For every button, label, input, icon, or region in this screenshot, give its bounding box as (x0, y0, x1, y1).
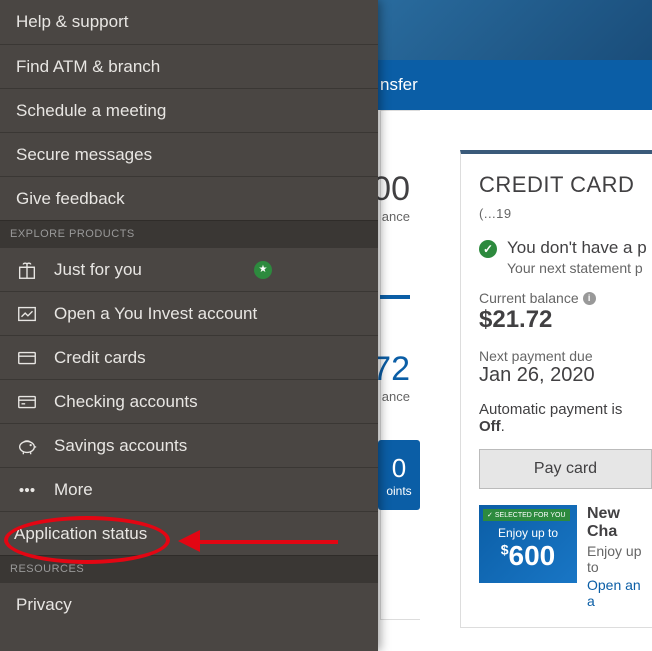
tab-indicator (380, 295, 410, 299)
promo-amount: $600 (501, 540, 556, 572)
current-balance-value: $21.72 (479, 306, 652, 334)
menu-checking[interactable]: Checking accounts (0, 379, 378, 423)
promo-enjoy: Enjoy up to (498, 526, 558, 540)
promo-badge: SELECTED FOR YOU (483, 509, 570, 521)
menu-savings[interactable]: Savings accounts (0, 423, 378, 467)
check-card-icon (16, 391, 38, 413)
nav-label[interactable]: nsfer (380, 75, 418, 95)
promo-banner[interactable]: SELECTED FOR YOU Enjoy up to $600 New Ch… (479, 505, 652, 609)
menu-label: Credit cards (54, 348, 146, 368)
piggy-icon (16, 435, 38, 457)
menu-label: More (54, 480, 93, 500)
chart-icon (16, 303, 38, 325)
cc-status-row: You don't have a p Your next statement p (479, 238, 652, 276)
star-badge-icon (254, 261, 272, 279)
gift-icon (16, 259, 38, 281)
credit-card-panel: CREDIT CARD (...19 You don't have a p Yo… (460, 150, 652, 628)
menu-just-for-you[interactable]: Just for you (0, 247, 378, 291)
menu-label: Checking accounts (54, 392, 198, 412)
promo-link[interactable]: Open an a (587, 577, 652, 609)
dots-icon (16, 479, 38, 501)
promo-image: SELECTED FOR YOU Enjoy up to $600 (479, 505, 577, 583)
cc-status-sub: Your next statement p (507, 260, 647, 276)
current-balance-label: Current balance (479, 290, 652, 306)
menu-label: Open a You Invest account (54, 304, 257, 324)
card-icon (16, 347, 38, 369)
menu-secure-messages[interactable]: Secure messages (0, 132, 378, 176)
cc-status-text: You don't have a p (507, 238, 647, 258)
points-value: 0 (392, 453, 406, 484)
points-tile[interactable]: 0 oints (378, 440, 420, 510)
credit-card-title[interactable]: CREDIT CARD (...19 (479, 172, 652, 224)
section-explore-products: EXPLORE PRODUCTS (0, 220, 378, 247)
menu-you-invest[interactable]: Open a You Invest account (0, 291, 378, 335)
menu-privacy[interactable]: Privacy (0, 582, 378, 626)
info-icon[interactable] (583, 292, 596, 305)
menu-schedule-meeting[interactable]: Schedule a meeting (0, 88, 378, 132)
points-label: oints (386, 484, 411, 498)
menu-label: Savings accounts (54, 436, 187, 456)
annotation-circle (4, 516, 170, 564)
menu-find-atm[interactable]: Find ATM & branch (0, 44, 378, 88)
annotation-arrow (178, 536, 338, 546)
next-payment-value: Jan 26, 2020 (479, 364, 652, 387)
promo-title: New Cha (587, 505, 652, 541)
menu-give-feedback[interactable]: Give feedback (0, 176, 378, 220)
next-payment-label: Next payment due (479, 348, 652, 364)
menu-more[interactable]: More (0, 467, 378, 511)
menu-credit-cards[interactable]: Credit cards (0, 335, 378, 379)
promo-sub: Enjoy up to (587, 543, 652, 575)
pay-card-button[interactable]: Pay card (479, 449, 652, 489)
cc-title-suffix: (...19 (479, 206, 512, 221)
check-circle-icon (479, 240, 497, 258)
cc-title-text: CREDIT CARD (479, 172, 634, 197)
auto-payment-text: Automatic payment is Off. (479, 401, 652, 435)
menu-label: Just for you (54, 260, 142, 280)
menu-help-support[interactable]: Help & support (0, 0, 378, 44)
